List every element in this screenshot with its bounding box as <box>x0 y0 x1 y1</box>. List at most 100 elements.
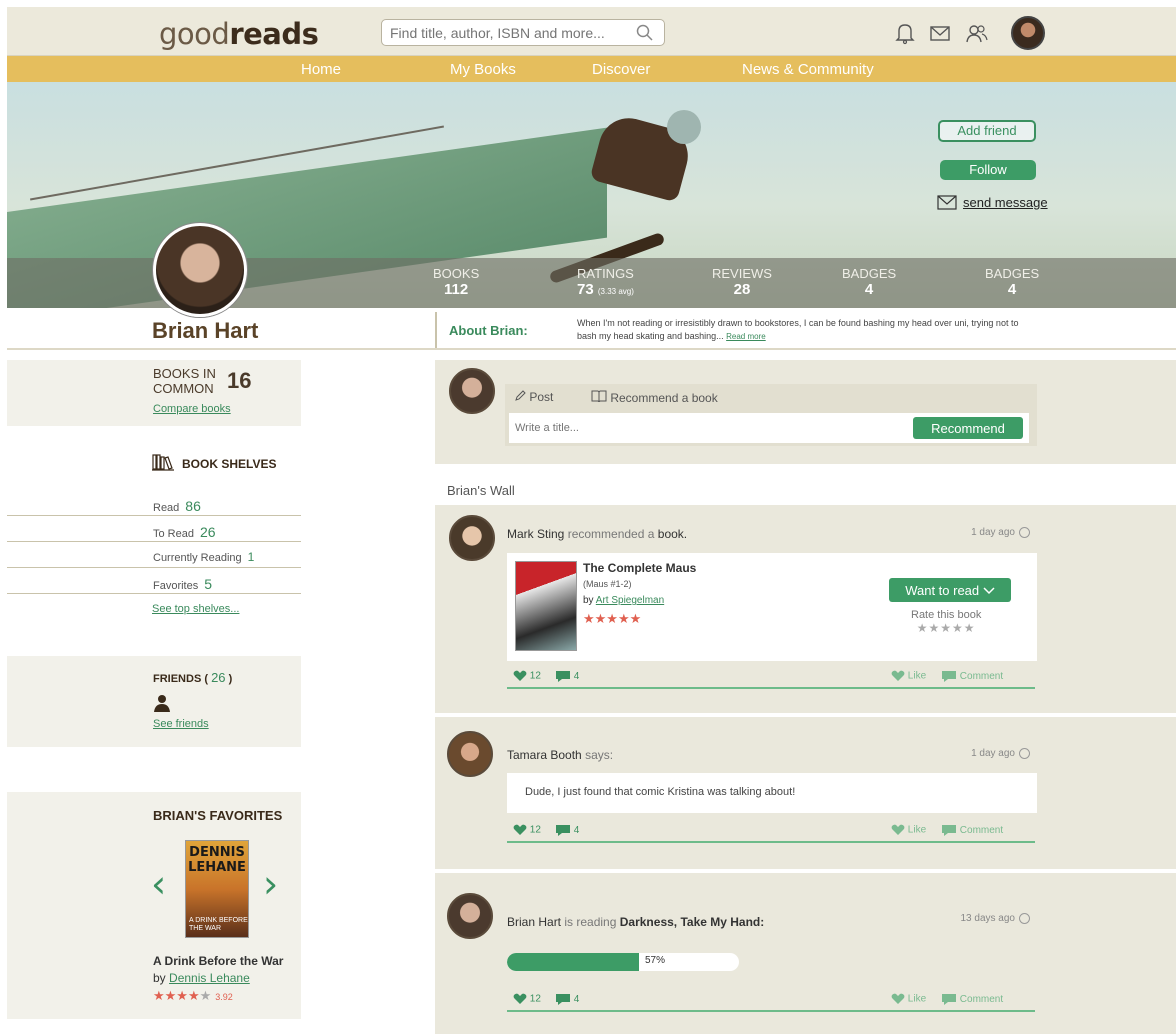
cover-author: DENNIS LEHANE <box>188 845 246 875</box>
comment-icon <box>942 825 956 836</box>
logo-text-bold: reads <box>229 17 319 51</box>
tab-recommend-label: Recommend a book <box>610 391 718 405</box>
stat-value: 73 (3.33 avg) <box>577 281 634 298</box>
post-author-avatar[interactable] <box>447 893 493 939</box>
likes-count[interactable]: 12 <box>513 670 541 682</box>
shelf-favorites[interactable]: Favorites 5 <box>7 568 301 594</box>
book-author-link[interactable]: Art Spiegelman <box>596 595 664 606</box>
user-avatar[interactable] <box>1011 16 1045 50</box>
post-author-avatar[interactable] <box>447 731 493 777</box>
shelf-count: 86 <box>185 498 201 514</box>
shelf-currently-reading[interactable]: Currently Reading 1 <box>7 542 301 568</box>
search-input[interactable] <box>390 20 630 45</box>
search-icon[interactable] <box>636 24 654 42</box>
like-button[interactable]: Like <box>891 824 926 836</box>
heart-icon <box>891 824 905 835</box>
shelf-name: Favorites <box>153 580 199 592</box>
favorite-book-cover[interactable]: DENNIS LEHANE A DRINK BEFORE THE WAR <box>185 840 249 938</box>
mail-icon[interactable] <box>928 21 952 45</box>
clock-icon <box>1019 913 1030 924</box>
clock-icon <box>1019 748 1030 759</box>
nav-news-community[interactable]: News & Community <box>742 61 874 78</box>
book-shelves-heading: BOOK SHELVES <box>152 454 276 471</box>
post-header: Mark Sting recommended a book. <box>507 527 687 541</box>
like-button[interactable]: Like <box>891 670 926 682</box>
nav-my-books[interactable]: My Books <box>450 61 516 78</box>
follow-button[interactable]: Follow <box>940 160 1036 180</box>
comments-count[interactable]: 4 <box>555 824 579 837</box>
send-message-link[interactable]: send message <box>937 195 1048 210</box>
goodreads-logo[interactable]: goodreads <box>159 17 319 51</box>
person-icon <box>154 695 170 712</box>
comments-count[interactable]: 4 <box>555 670 579 683</box>
tab-post[interactable]: Post <box>515 390 553 404</box>
see-top-shelves-link[interactable]: See top shelves... <box>152 603 239 615</box>
about-label: About Brian: <box>449 323 528 338</box>
like-button[interactable]: Like <box>891 993 926 1005</box>
cover-skater-helmet <box>667 110 701 144</box>
post-header: Brian Hart is reading Darkness, Take My … <box>507 915 764 929</box>
post-author-avatar[interactable] <box>449 515 495 561</box>
see-friends-link[interactable]: See friends <box>153 718 209 730</box>
top-bar: goodreads <box>7 7 1176 56</box>
comment-button[interactable]: Comment <box>941 824 1003 837</box>
book-cover-maus[interactable] <box>515 561 577 651</box>
post-time: 1 day ago <box>971 527 1030 538</box>
progress-fill <box>507 953 640 971</box>
post-actions: 12 4 Like Comment <box>507 667 1035 689</box>
stat-books[interactable]: BOOKS 112 <box>433 266 479 298</box>
friends-count: 26 <box>211 670 226 685</box>
nav-discover[interactable]: Discover <box>592 61 650 78</box>
recommend-button[interactable]: Recommend <box>913 417 1023 439</box>
post-time-label: 1 day ago <box>971 527 1015 539</box>
reading-progress-bar: 57% <box>507 953 739 971</box>
chevron-left-icon[interactable]: ‹ <box>151 862 166 906</box>
stat-badges[interactable]: BADGES 4 <box>842 266 896 298</box>
wall-post-message: Tamara Booth says: 1 day ago Dude, I jus… <box>435 717 1176 869</box>
want-to-read-button[interactable]: Want to read <box>889 578 1011 602</box>
main-nav: Home My Books Discover News & Community <box>7 56 1176 82</box>
mail-icon <box>937 195 957 210</box>
favorite-book-rating: ★★★★★ 3.92 <box>153 988 233 1004</box>
comment-button[interactable]: Comment <box>941 993 1003 1006</box>
comment-button[interactable]: Comment <box>941 670 1003 683</box>
shelf-to-read[interactable]: To Read 26 <box>7 516 301 542</box>
post-author[interactable]: Tamara Booth <box>507 748 582 762</box>
book-title[interactable]: The Complete Maus <box>583 561 696 575</box>
friends-label: FRIENDS ( <box>153 673 208 685</box>
read-more-link[interactable]: Read more <box>726 332 766 341</box>
post-author[interactable]: Mark Sting <box>507 527 564 541</box>
post-object[interactable]: Darkness, Take My Hand: <box>620 915 765 929</box>
bell-icon[interactable] <box>893 21 917 45</box>
books-in-common-count: 16 <box>227 368 252 393</box>
profile-picture[interactable] <box>153 223 247 317</box>
stat-number: 73 <box>577 281 594 298</box>
label-line-2: COMMON <box>153 381 214 396</box>
stat-label: BOOKS <box>433 266 480 281</box>
comments-count[interactable]: 4 <box>555 993 579 1006</box>
compare-books-link[interactable]: Compare books <box>153 403 231 415</box>
post-verb: recommended a <box>567 527 655 541</box>
stat-badges-2[interactable]: BADGES 4 <box>985 266 1039 298</box>
tab-recommend-book[interactable]: Recommend a book <box>591 390 718 405</box>
favorite-book-title[interactable]: A Drink Before the War <box>153 954 283 968</box>
likes-count[interactable]: 12 <box>513 824 541 836</box>
add-friend-button[interactable]: Add friend <box>938 120 1036 142</box>
nav-home[interactable]: Home <box>301 61 341 78</box>
chevron-right-icon[interactable]: › <box>263 862 278 906</box>
want-to-read-label: Want to read <box>905 582 980 598</box>
stat-ratings[interactable]: RATINGS 73 (3.33 avg) <box>577 266 634 298</box>
books-in-common-label: BOOKS IN COMMON <box>153 366 216 396</box>
comment-icon <box>556 994 570 1005</box>
post-actions: 12 4 Like Comment <box>507 821 1035 843</box>
post-author[interactable]: Brian Hart <box>507 915 561 929</box>
like-label: Like <box>907 670 927 682</box>
stat-reviews[interactable]: REVIEWS 28 <box>712 266 772 298</box>
shelf-read[interactable]: Read 86 <box>7 490 301 516</box>
likes-count[interactable]: 12 <box>513 993 541 1005</box>
logo-text-light: good <box>159 17 230 51</box>
friends-panel: FRIENDS ( 26 ) See friends <box>7 656 301 747</box>
favorite-author-link[interactable]: Dennis Lehane <box>169 971 250 985</box>
rate-stars[interactable]: ★★★★★ <box>911 621 981 635</box>
friends-icon[interactable] <box>965 21 989 45</box>
